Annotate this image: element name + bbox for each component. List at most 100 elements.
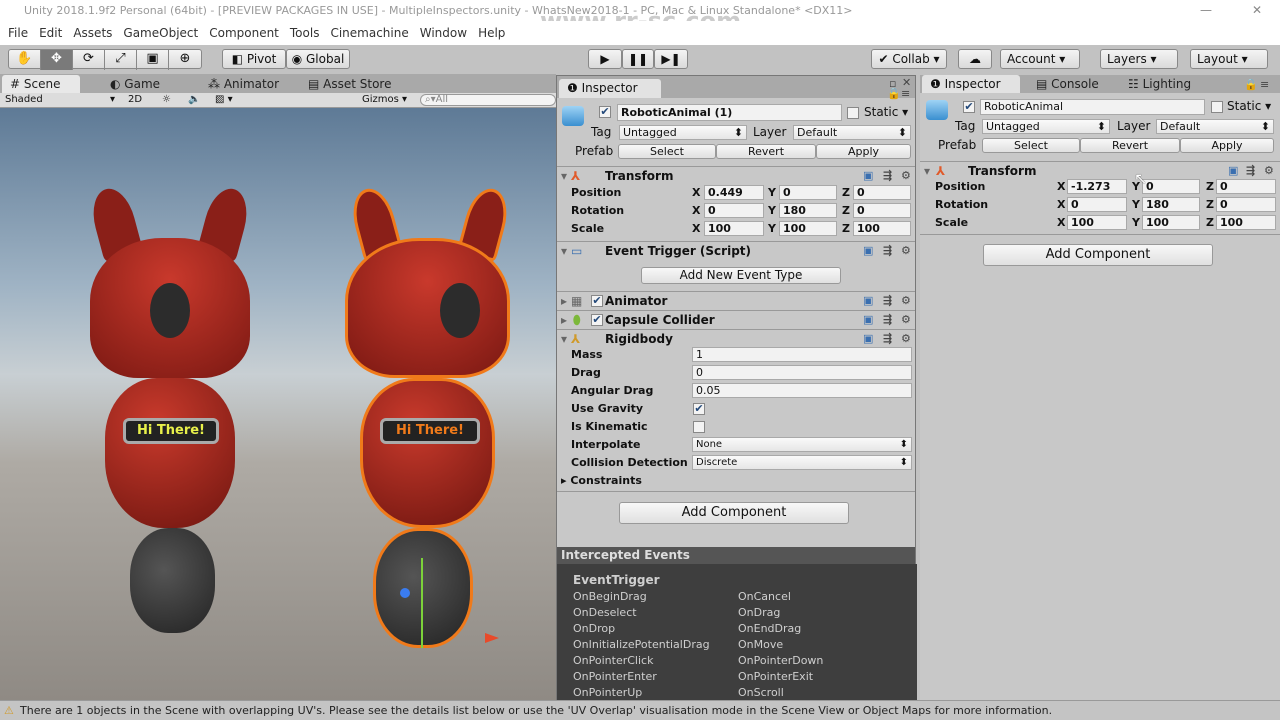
- animator-enabled-checkbox[interactable]: ✔: [591, 295, 603, 307]
- menu-component[interactable]: Component: [209, 26, 279, 40]
- tab-game[interactable]: ◐ Game: [102, 75, 160, 93]
- layer-dropdown[interactable]: Default ⬍: [793, 125, 911, 140]
- event-trigger-header[interactable]: ▾ ▭ Event Trigger (Script) ▣ ⇶ ⚙: [557, 241, 915, 259]
- preset-icon[interactable]: ⇶: [883, 167, 892, 185]
- rotation-z-field[interactable]: 0: [853, 203, 911, 218]
- prefab-select-button[interactable]: Select: [618, 144, 716, 159]
- rotate-tool-button[interactable]: ⟳: [73, 50, 105, 70]
- prefab-select-button[interactable]: Select: [982, 138, 1080, 153]
- menu-assets[interactable]: Assets: [73, 26, 112, 40]
- menu-tools[interactable]: Tools: [290, 26, 320, 40]
- prefab-apply-button[interactable]: Apply: [816, 144, 911, 159]
- layout-dropdown[interactable]: Layout ▾: [1190, 49, 1268, 69]
- shading-dropdown[interactable]: Shaded ▾: [5, 93, 119, 107]
- collab-button[interactable]: ✔ Collab ▾: [871, 49, 947, 69]
- prefab-apply-button[interactable]: Apply: [1180, 138, 1274, 153]
- static-dropdown[interactable]: Static ▾: [864, 105, 908, 119]
- close-button[interactable]: ✕: [1252, 0, 1262, 21]
- scale-tool-button[interactable]: ⤢: [105, 50, 137, 70]
- tab-scene[interactable]: # Scene: [2, 75, 80, 93]
- tab-lighting[interactable]: ☷ Lighting: [1120, 75, 1191, 93]
- menu-cinemachine[interactable]: Cinemachine: [330, 26, 408, 40]
- is-kinematic-checkbox[interactable]: [693, 421, 705, 433]
- tag-dropdown[interactable]: Untagged ⬍: [619, 125, 747, 140]
- 2d-toggle[interactable]: 2D: [128, 93, 142, 107]
- robot-left[interactable]: Hi There!: [85, 178, 255, 658]
- menu-help[interactable]: Help: [478, 26, 505, 40]
- prefab-revert-button[interactable]: Revert: [716, 144, 816, 159]
- help-icon[interactable]: ▣: [863, 242, 873, 260]
- active-checkbox[interactable]: ✔: [963, 101, 975, 113]
- tab-console[interactable]: ▤ Console: [1028, 75, 1099, 93]
- static-dropdown[interactable]: Static ▾: [1227, 99, 1271, 113]
- tag-dropdown[interactable]: Untagged ⬍: [982, 119, 1110, 134]
- preset-icon[interactable]: ⇶: [883, 311, 892, 329]
- scale-x-field[interactable]: 100: [704, 221, 764, 236]
- gear-icon[interactable]: ⚙: [901, 242, 911, 260]
- pivot-button[interactable]: ◧ Pivot: [222, 49, 286, 69]
- tab-inspector[interactable]: ❶ Inspector: [559, 79, 661, 98]
- help-icon[interactable]: ▣: [1228, 162, 1238, 180]
- help-icon[interactable]: ▣: [863, 167, 873, 185]
- audio-toggle-icon[interactable]: 🔈: [188, 93, 200, 107]
- transform-header[interactable]: ▾ ⅄ Transform ▣ ⇶ ⚙: [920, 161, 1280, 179]
- rotation-z-field[interactable]: 0: [1216, 197, 1276, 212]
- move-gizmo-y[interactable]: [421, 558, 423, 648]
- rotation-y-field[interactable]: 180: [779, 203, 837, 218]
- animator-header[interactable]: ▸ ▦ ✔ Animator ▣ ⇶ ⚙: [557, 291, 915, 309]
- gear-icon[interactable]: ⚙: [901, 292, 911, 310]
- scale-z-field[interactable]: 100: [853, 221, 911, 236]
- menu-icon[interactable]: ≡: [1260, 78, 1269, 91]
- gear-icon[interactable]: ⚙: [901, 167, 911, 185]
- interpolate-dropdown[interactable]: None ⬍: [692, 437, 912, 452]
- preset-icon[interactable]: ⇶: [883, 292, 892, 310]
- cloud-icon[interactable]: ☁: [958, 49, 992, 69]
- menu-file[interactable]: File: [8, 26, 28, 40]
- effects-dropdown-icon[interactable]: ▨ ▾: [215, 93, 233, 107]
- name-field[interactable]: RoboticAnimal: [980, 99, 1205, 115]
- position-x-field[interactable]: -1.273: [1067, 179, 1127, 194]
- lock-icon[interactable]: 🔒: [887, 87, 901, 100]
- gear-icon[interactable]: ⚙: [1264, 162, 1274, 180]
- tab-animator[interactable]: ⁂ Animator: [200, 75, 279, 93]
- capsule-enabled-checkbox[interactable]: ✔: [591, 314, 603, 326]
- mass-field[interactable]: 1: [692, 347, 912, 362]
- step-button[interactable]: ▶❚: [654, 49, 688, 69]
- layer-dropdown[interactable]: Default ⬍: [1156, 119, 1274, 134]
- gear-icon[interactable]: ⚙: [901, 330, 911, 348]
- static-checkbox[interactable]: [847, 107, 859, 119]
- prefab-revert-button[interactable]: Revert: [1080, 138, 1180, 153]
- help-icon[interactable]: ▣: [863, 292, 873, 310]
- scale-y-field[interactable]: 100: [779, 221, 837, 236]
- pause-button[interactable]: ❚❚: [622, 49, 654, 69]
- position-y-field[interactable]: 0: [1142, 179, 1200, 194]
- hand-tool-button[interactable]: ✋: [9, 50, 41, 70]
- move-gizmo-x[interactable]: [485, 633, 499, 643]
- active-checkbox[interactable]: ✔: [599, 106, 611, 118]
- scale-x-field[interactable]: 100: [1067, 215, 1127, 230]
- preset-icon[interactable]: ⇶: [883, 330, 892, 348]
- collision-detection-dropdown[interactable]: Discrete ⬍: [692, 455, 912, 470]
- lock-icon[interactable]: 🔒: [1244, 78, 1258, 91]
- position-z-field[interactable]: 0: [1216, 179, 1276, 194]
- gear-icon[interactable]: ⚙: [901, 311, 911, 329]
- rotation-x-field[interactable]: 0: [1067, 197, 1127, 212]
- angular-drag-field[interactable]: 0.05: [692, 383, 912, 398]
- global-button[interactable]: ◉ Global: [286, 49, 350, 69]
- menu-edit[interactable]: Edit: [39, 26, 62, 40]
- preset-icon[interactable]: ⇶: [883, 242, 892, 260]
- static-checkbox[interactable]: [1211, 101, 1223, 113]
- gizmos-dropdown[interactable]: Gizmos ▾: [362, 93, 407, 107]
- account-dropdown[interactable]: Account ▾: [1000, 49, 1080, 69]
- scale-z-field[interactable]: 100: [1216, 215, 1276, 230]
- position-x-field[interactable]: 0.449: [704, 185, 764, 200]
- rect-tool-button[interactable]: ▣: [137, 50, 169, 70]
- add-component-button[interactable]: Add Component: [983, 244, 1213, 266]
- name-field[interactable]: RoboticAnimal (1): [617, 104, 842, 121]
- scene-view[interactable]: Hi There! Hi There!: [0, 108, 556, 700]
- move-gizmo-z[interactable]: [400, 588, 410, 598]
- play-button[interactable]: ▶: [588, 49, 622, 69]
- drag-field[interactable]: 0: [692, 365, 912, 380]
- tab-inspector[interactable]: ❶ Inspector: [922, 75, 1020, 93]
- rotation-x-field[interactable]: 0: [704, 203, 764, 218]
